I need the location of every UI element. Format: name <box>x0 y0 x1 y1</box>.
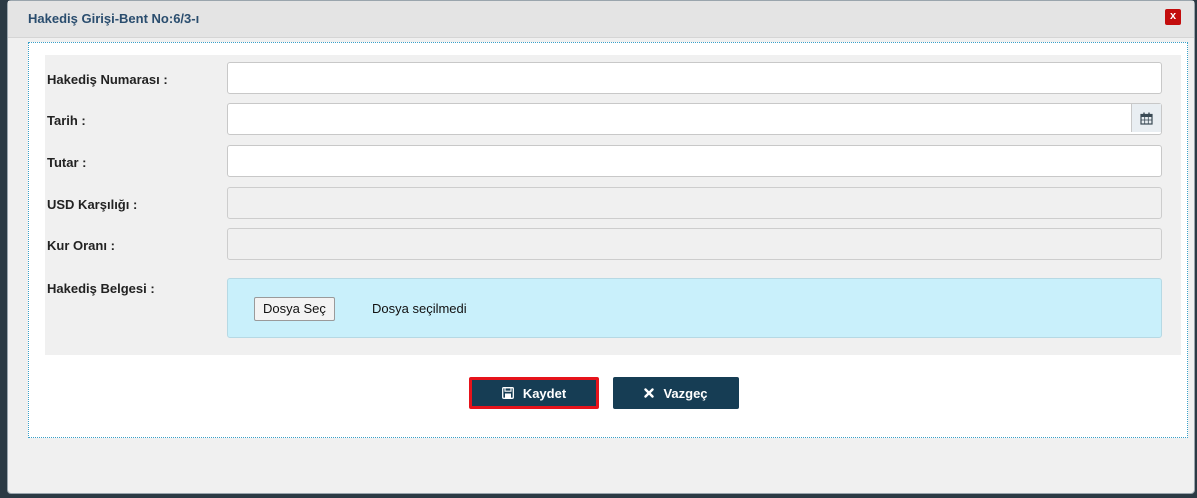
hakedis-numarasi-input[interactable] <box>227 62 1162 94</box>
hakedis-numarasi-label: Hakediş Numarası : <box>47 72 168 87</box>
file-upload-area: Dosya Seç Dosya seçilmedi <box>227 278 1162 338</box>
hakedis-belgesi-label: Hakediş Belgesi : <box>47 281 155 296</box>
save-button[interactable]: Kaydet <box>469 377 599 409</box>
usd-karsiligi-input <box>227 187 1162 219</box>
tutar-label: Tutar : <box>47 155 87 170</box>
dialog-titlebar[interactable]: Hakediş Girişi-Bent No:6/3-ı x <box>8 1 1194 38</box>
choose-file-button[interactable]: Dosya Seç <box>254 297 335 321</box>
form-panel: Hakediş Numarası : Tarih : Tutar: USD K… <box>45 55 1181 355</box>
close-button[interactable]: x <box>1165 9 1181 25</box>
tarih-label: Tarih : <box>47 113 86 128</box>
kur-orani-label: Kur Oranı : <box>47 238 115 253</box>
calendar-button[interactable] <box>1131 104 1161 132</box>
tarih-input[interactable] <box>227 103 1162 135</box>
dialog-title: Hakediş Girişi-Bent No:6/3-ı <box>28 11 200 26</box>
floppy-disk-icon <box>501 387 514 399</box>
tarih-field <box>227 103 1162 135</box>
dialog-content: Hakediş Numarası : Tarih : Tutar: USD K… <box>28 42 1188 438</box>
usd-karsiligi-label: USD Karşılığı : <box>47 197 138 212</box>
times-icon <box>644 388 655 398</box>
tutar-input[interactable] <box>227 145 1162 177</box>
calendar-icon <box>1140 112 1153 125</box>
hakedis-dialog: Hakediş Girişi-Bent No:6/3-ı x Hakediş N… <box>7 0 1195 494</box>
save-button-label: Kaydet <box>522 385 567 401</box>
cancel-button[interactable]: Vazgeç <box>613 377 739 409</box>
file-status-text: Dosya seçilmedi <box>372 301 467 316</box>
kur-orani-input <box>227 228 1162 260</box>
cancel-button-label: Vazgeç <box>663 385 708 401</box>
